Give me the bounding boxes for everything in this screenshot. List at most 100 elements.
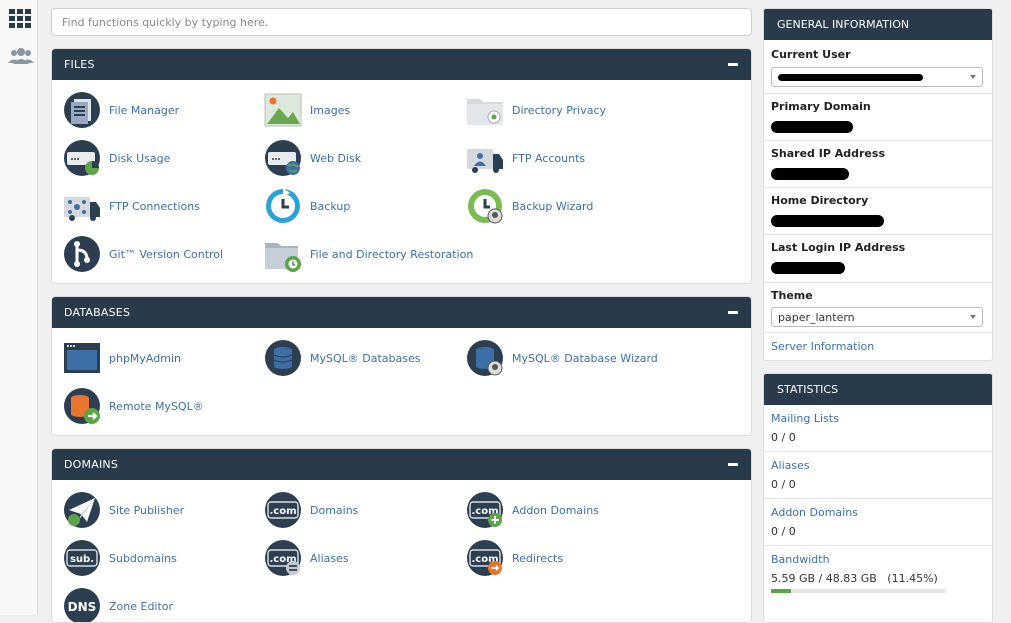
theme-select-value: paper_lantern bbox=[778, 310, 855, 324]
mailing-lists-value: 0 / 0 bbox=[771, 431, 796, 444]
current-user-row: Current User bbox=[764, 40, 992, 94]
addon-domains-label: Addon Domains bbox=[512, 503, 599, 517]
aliases-link[interactable]: .com Aliases bbox=[264, 538, 349, 578]
zone-editor-icon: DNS bbox=[64, 588, 100, 622]
ftp-accounts-label: FTP Accounts bbox=[512, 151, 586, 165]
theme-select[interactable]: paper_lantern bbox=[771, 307, 983, 327]
domains-link[interactable]: .com Domains bbox=[264, 490, 358, 530]
ftp-accounts-icon bbox=[467, 149, 503, 173]
databases-panel-header: DATABASES bbox=[52, 297, 751, 328]
last-login-row: Last Login IP Address bbox=[764, 235, 992, 283]
domains-label: Domains bbox=[310, 503, 359, 517]
redacted-home-directory bbox=[771, 215, 884, 227]
subdomains-label: Subdomains bbox=[109, 551, 177, 565]
mysql-databases-link[interactable]: MySQL® Databases bbox=[264, 338, 420, 378]
server-information-row: Server Information bbox=[764, 333, 992, 360]
zone-editor-label: Zone Editor bbox=[109, 599, 174, 613]
home-directory-row: Home Directory bbox=[764, 188, 992, 235]
restore-icon bbox=[265, 243, 301, 272]
git-version-control-link[interactable]: Git™ Version Control bbox=[63, 234, 223, 274]
users-icon[interactable] bbox=[7, 46, 34, 68]
zone-editor-link[interactable]: DNS Zone Editor bbox=[63, 586, 174, 622]
domains-panel: DOMAINS Site Publisher .com Domains .com bbox=[51, 448, 752, 623]
redacted-shared-ip bbox=[771, 168, 849, 180]
aliases-icon: .com bbox=[265, 540, 301, 576]
remote-mysql-icon bbox=[64, 388, 100, 424]
mysql-wizard-link[interactable]: MySQL® Database Wizard bbox=[466, 338, 658, 378]
backup-wizard-link[interactable]: Backup Wizard bbox=[466, 186, 593, 226]
site-publisher-link[interactable]: Site Publisher bbox=[63, 490, 184, 530]
backup-icon bbox=[266, 188, 300, 223]
ftp-connections-label: FTP Connections bbox=[109, 199, 200, 213]
ftp-accounts-link[interactable]: FTP Accounts bbox=[466, 138, 585, 178]
backup-wizard-label: Backup Wizard bbox=[512, 199, 594, 213]
subdomains-icon-text: sub. bbox=[70, 554, 94, 565]
chevron-down-icon bbox=[970, 315, 976, 319]
site-publisher-label: Site Publisher bbox=[109, 503, 185, 517]
domains-icon: .com bbox=[265, 492, 301, 528]
file-restoration-label: File and Directory Restoration bbox=[310, 247, 474, 261]
aliases-stat-value: 0 / 0 bbox=[771, 478, 796, 491]
images-link[interactable]: Images bbox=[264, 90, 350, 130]
phpmyadmin-icon bbox=[64, 343, 100, 373]
remote-mysql-link[interactable]: Remote MySQL® bbox=[63, 386, 204, 426]
addon-domains-stat-link[interactable]: Addon Domains bbox=[771, 506, 858, 519]
databases-panel-title: DATABASES bbox=[64, 306, 131, 319]
collapse-databases-button[interactable] bbox=[727, 307, 739, 319]
remote-mysql-label: Remote MySQL® bbox=[109, 399, 204, 413]
redirects-icon: .com bbox=[467, 540, 503, 576]
redacted-current-user bbox=[778, 73, 923, 81]
site-publisher-icon bbox=[64, 492, 100, 528]
mysql-wizard-icon bbox=[467, 340, 503, 376]
disk-usage-link[interactable]: Disk Usage bbox=[63, 138, 170, 178]
images-icon bbox=[264, 93, 302, 127]
file-manager-link[interactable]: File Manager bbox=[63, 90, 179, 130]
bandwidth-progress-bar bbox=[771, 589, 946, 593]
general-information-title: GENERAL INFORMATION bbox=[764, 9, 992, 40]
directory-privacy-link[interactable]: Directory Privacy bbox=[466, 90, 606, 130]
web-disk-link[interactable]: Web Disk bbox=[264, 138, 361, 178]
redacted-last-login-ip bbox=[771, 262, 845, 274]
search-input[interactable] bbox=[51, 8, 752, 36]
domains-panel-title: DOMAINS bbox=[64, 458, 118, 471]
theme-label: Theme bbox=[771, 289, 813, 302]
redirects-link[interactable]: .com Redirects bbox=[466, 538, 563, 578]
home-directory-label: Home Directory bbox=[771, 194, 869, 207]
mysql-databases-label: MySQL® Databases bbox=[310, 351, 421, 365]
aliases-label: Aliases bbox=[310, 551, 349, 565]
theme-row: Theme paper_lantern bbox=[764, 283, 992, 333]
addon-domains-link[interactable]: .com Addon Domains bbox=[466, 490, 599, 530]
ftp-connections-link[interactable]: FTP Connections bbox=[63, 186, 200, 226]
subdomains-link[interactable]: sub. Subdomains bbox=[63, 538, 177, 578]
backup-link[interactable]: Backup bbox=[264, 186, 350, 226]
web-disk-icon bbox=[265, 140, 301, 176]
redacted-primary-domain bbox=[771, 121, 853, 133]
subdomains-icon: sub. bbox=[64, 540, 100, 576]
bandwidth-link[interactable]: Bandwidth bbox=[771, 553, 830, 566]
stat-row: Mailing Lists 0 / 0 bbox=[764, 405, 992, 452]
collapse-domains-button[interactable] bbox=[727, 459, 739, 471]
git-icon bbox=[64, 236, 100, 272]
stat-row: Addon Domains 0 / 0 bbox=[764, 499, 992, 546]
right-gutter bbox=[1001, 0, 1011, 615]
collapse-files-button[interactable] bbox=[727, 59, 739, 71]
left-rail bbox=[0, 0, 38, 615]
current-user-label: Current User bbox=[771, 48, 851, 61]
backup-wizard-icon bbox=[468, 189, 503, 224]
file-manager-icon bbox=[64, 92, 100, 128]
directory-privacy-label: Directory Privacy bbox=[512, 103, 607, 117]
primary-domain-label: Primary Domain bbox=[771, 100, 871, 113]
stat-row: Bandwidth 5.59 GB / 48.83 GB (11.45%) bbox=[764, 546, 992, 606]
files-panel-header: FILES bbox=[52, 49, 751, 80]
file-restoration-link[interactable]: File and Directory Restoration bbox=[264, 234, 473, 274]
grid-icon[interactable] bbox=[7, 8, 33, 30]
aliases-stat-link[interactable]: Aliases bbox=[771, 459, 810, 472]
stat-row: Aliases 0 / 0 bbox=[764, 452, 992, 499]
phpmyadmin-label: phpMyAdmin bbox=[109, 351, 181, 365]
mailing-lists-link[interactable]: Mailing Lists bbox=[771, 412, 839, 425]
chevron-down-icon bbox=[970, 75, 976, 79]
server-information-link[interactable]: Server Information bbox=[771, 340, 874, 353]
last-login-label: Last Login IP Address bbox=[771, 241, 906, 254]
phpmyadmin-link[interactable]: phpMyAdmin bbox=[63, 338, 181, 378]
current-user-select[interactable] bbox=[771, 67, 983, 87]
